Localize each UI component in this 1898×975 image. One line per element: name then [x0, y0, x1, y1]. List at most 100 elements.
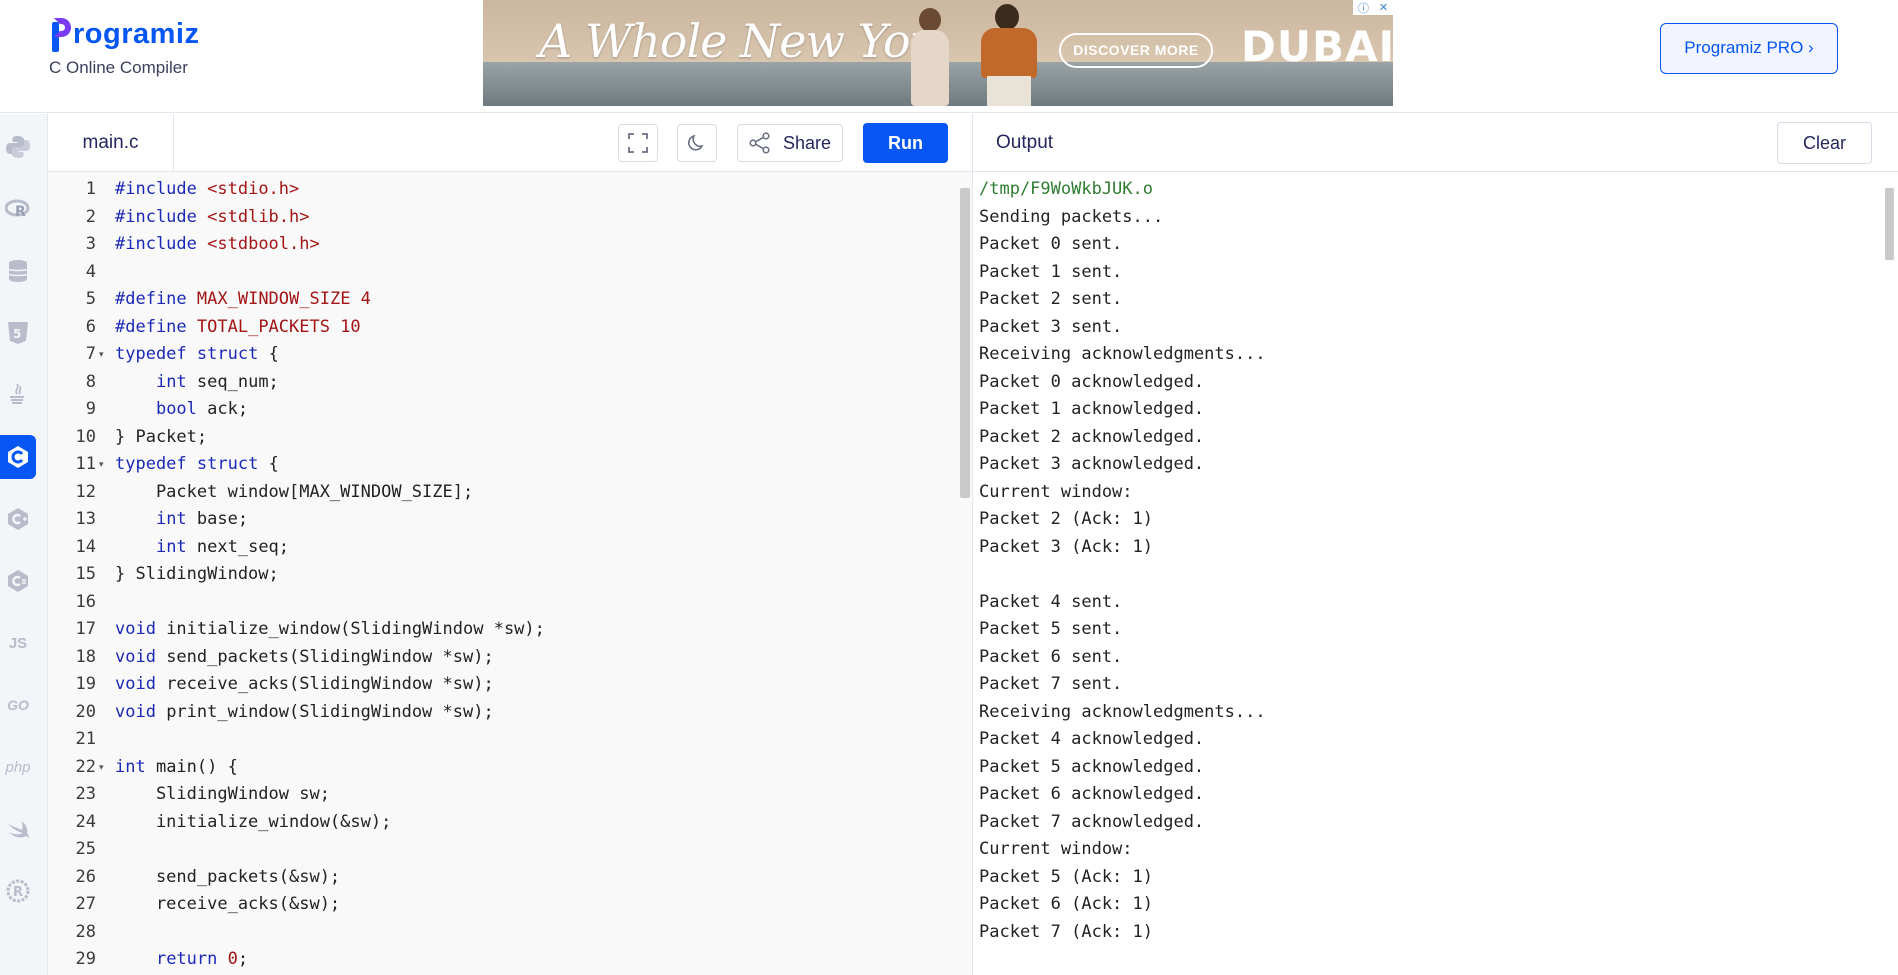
output-line: Packet 3 sent. [979, 316, 1123, 337]
code-line[interactable]: void send_packets(SlidingWindow *sw); [115, 644, 494, 672]
java-icon[interactable] [0, 373, 36, 417]
fold-toggle-icon[interactable]: ▾ [99, 451, 104, 479]
share-icon [749, 132, 770, 154]
line-number: 14 [75, 536, 96, 557]
programiz-pro-button[interactable]: Programiz PRO › [1660, 23, 1838, 74]
page-subtitle: C Online Compiler [49, 58, 188, 77]
top-header: rogramiz C Online Compiler A Whole New Y… [0, 0, 1898, 113]
fullscreen-button[interactable] [618, 124, 658, 162]
rust-icon[interactable]: R [0, 869, 36, 913]
code-line[interactable]: #include <stdbool.h> [115, 231, 320, 259]
output-line: Packet 6 sent. [979, 646, 1123, 667]
fullscreen-icon [628, 133, 648, 153]
line-number: 22 [75, 756, 96, 777]
editor-scrollbar[interactable] [960, 188, 970, 498]
output-line: Packet 6 acknowledged. [979, 784, 1205, 804]
line-number: 15 [75, 564, 96, 584]
programiz-logo-icon [50, 16, 72, 52]
output-line: Packet 7 acknowledged. [979, 811, 1205, 832]
code-line[interactable]: int main() { [115, 754, 238, 782]
line-number: 16 [75, 591, 96, 612]
file-tab-main-c[interactable]: main.c [48, 114, 174, 172]
code-line[interactable]: void initialize_window(SlidingWindow *sw… [115, 616, 545, 644]
fold-toggle-icon[interactable]: ▾ [99, 754, 104, 782]
ad-discover-button[interactable]: DISCOVER MORE [1059, 33, 1213, 68]
c-language-icon[interactable] [0, 435, 36, 479]
code-line[interactable]: initialize_window(&sw); [115, 809, 391, 837]
code-line[interactable]: #include <stdlib.h> [115, 204, 310, 232]
cpp-icon[interactable] [0, 497, 36, 541]
fold-toggle-icon[interactable]: ▾ [99, 341, 104, 369]
output-line: Packet 7 sent. [979, 674, 1123, 694]
code-editor[interactable]: 1 2 3 4 5 6 7 ▾ 8 9 10 11 ▾ 12 13 14 15 16 17 18 19 20 21 22 ▾ 23… [48, 172, 972, 975]
line-number: 21 [75, 729, 96, 749]
run-button[interactable]: Run [863, 123, 948, 163]
code-line[interactable]: int seq_num; [115, 369, 279, 397]
line-number: 19 [75, 674, 96, 694]
output-line: Sending packets... [979, 206, 1164, 227]
code-line[interactable]: int base; [115, 506, 248, 534]
swift-icon[interactable] [0, 807, 36, 851]
share-label: Share [782, 132, 832, 153]
code-line[interactable]: bool ack; [115, 396, 248, 424]
database-icon[interactable] [0, 249, 36, 293]
ad-banner[interactable]: A Whole New You DISCOVER MORE DUBAI ⓘ ✕ [483, 0, 1393, 106]
line-number: 9 [85, 399, 96, 419]
svg-text:R: R [13, 885, 23, 900]
line-number: 17 [75, 619, 96, 639]
output-scrollbar[interactable] [1885, 188, 1894, 260]
clear-button[interactable]: Clear [1777, 122, 1872, 164]
output-line: Packet 1 acknowledged. [979, 399, 1205, 419]
code-line[interactable]: } SlidingWindow; [115, 561, 279, 589]
javascript-icon[interactable]: JS [0, 621, 36, 665]
line-number: 27 [75, 894, 96, 914]
output-line: Packet 3 acknowledged. [979, 454, 1205, 474]
php-icon[interactable]: php [0, 745, 36, 789]
ad-brand-logo: DUBAI [1241, 22, 1393, 71]
code-line[interactable]: #define TOTAL_PACKETS 10 [115, 314, 361, 342]
ad-close-icon[interactable]: ✕ [1379, 1, 1388, 14]
code-line[interactable]: receive_acks(&sw); [115, 891, 340, 919]
code-line[interactable]: void receive_acks(SlidingWindow *sw); [115, 671, 494, 699]
output-console: /tmp/F9WoWkbJUK.o Sending packets... Packe… [972, 172, 1898, 975]
code-line[interactable]: void print_window(SlidingWindow *sw); [115, 699, 494, 727]
output-line: Packet 5 acknowledged. [979, 756, 1205, 777]
code-line[interactable]: } Packet; [115, 424, 207, 452]
code-line[interactable]: #define MAX_WINDOW_SIZE 4 [115, 286, 371, 314]
dark-mode-button[interactable] [677, 124, 717, 162]
go-icon-label: GO [7, 697, 29, 713]
php-icon-label: php [5, 758, 31, 776]
line-number: 3 [85, 234, 96, 254]
programiz-logo[interactable]: rogramiz C Online Compiler [49, 16, 199, 78]
line-number: 20 [75, 701, 96, 722]
code-line[interactable]: typedef struct { [115, 341, 279, 369]
line-number: 26 [75, 866, 96, 887]
output-line: Packet 2 sent. [979, 289, 1123, 309]
output-header: Output Clear [972, 114, 1898, 172]
code-line[interactable]: Packet window[MAX_WINDOW_SIZE]; [115, 479, 473, 507]
code-line[interactable]: return 0; [115, 946, 248, 974]
ad-image-woman [901, 8, 959, 106]
output-title: Output [996, 132, 1054, 153]
go-icon[interactable]: GO [0, 683, 36, 727]
output-line: Receiving acknowledgments... [979, 344, 1266, 364]
ad-choices-badge[interactable]: ⓘ ✕ [1353, 0, 1393, 15]
line-number-gutter: 1 2 3 4 5 6 7 ▾ 8 9 10 11 ▾ 12 13 14 15 16 17 18 19 20 21 22 ▾ 23… [48, 172, 104, 975]
python-icon[interactable] [0, 125, 36, 169]
code-line[interactable]: SlidingWindow sw; [115, 781, 330, 809]
r-language-icon[interactable]: R [0, 187, 36, 231]
code-line[interactable]: int next_seq; [115, 534, 289, 562]
line-number: 25 [75, 839, 96, 859]
ad-info-icon[interactable]: ⓘ [1358, 0, 1369, 16]
code-line[interactable]: #include <stdio.h> [115, 176, 299, 204]
html5-icon[interactable]: 5 [0, 311, 36, 355]
code-line[interactable]: typedef struct { [115, 451, 279, 479]
javascript-icon-label: JS [8, 634, 28, 652]
output-line: Packet 4 sent. [979, 591, 1123, 612]
csharp-icon[interactable] [0, 559, 36, 603]
share-button[interactable]: Share [737, 124, 843, 162]
line-number: 13 [75, 509, 96, 529]
line-number: 10 [75, 426, 96, 447]
line-number: 23 [75, 784, 96, 804]
code-line[interactable]: send_packets(&sw); [115, 864, 340, 892]
